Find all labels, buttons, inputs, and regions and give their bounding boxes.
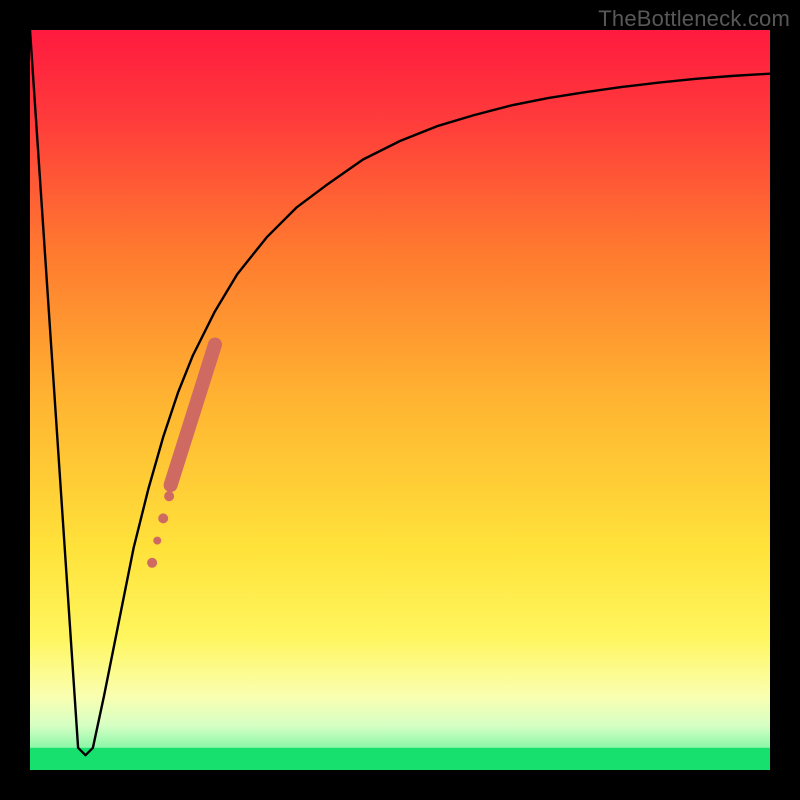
green-band (30, 748, 770, 770)
plot-area (30, 30, 770, 770)
highlight-dot (147, 558, 157, 568)
chart-svg (30, 30, 770, 770)
watermark-text: TheBottleneck.com (598, 6, 790, 32)
chart-frame: TheBottleneck.com (0, 0, 800, 800)
highlight-dot (158, 513, 168, 523)
highlight-dot (153, 537, 161, 545)
highlight-dot (164, 491, 174, 501)
